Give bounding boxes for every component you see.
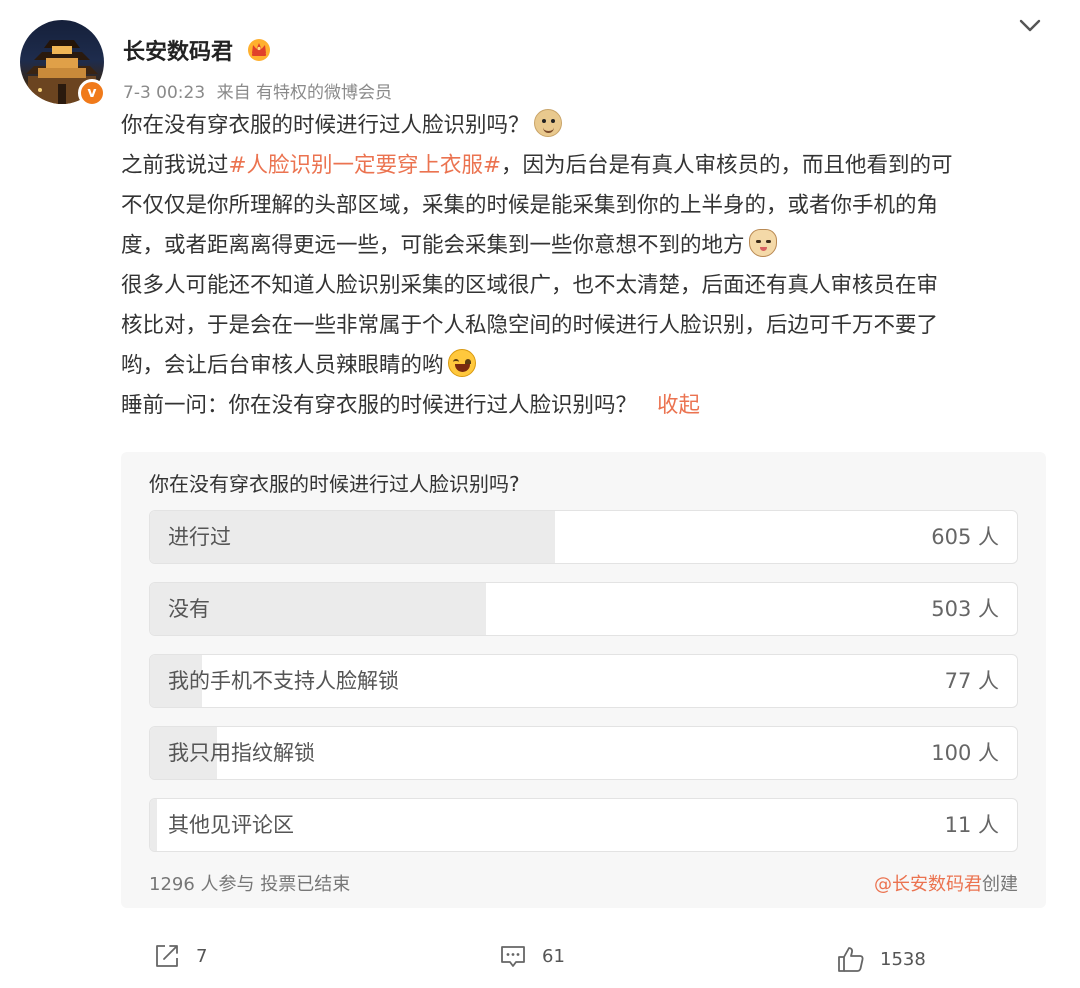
comment-icon (501, 946, 525, 967)
post-line: 哟，会让后台审核人员辣眼睛的哟 (121, 346, 1051, 386)
poll-option-label: 我的手机不支持人脸解锁 (168, 669, 399, 693)
post-line: 你在没有穿衣服的时候进行过人脸识别吗？ (121, 106, 1051, 146)
poll-card: 你在没有穿衣服的时候进行过人脸识别吗? 进行过 605 人 没有 503 人 我… (121, 452, 1046, 908)
poll-creator: @长安数码君创建 (874, 870, 1018, 896)
cat-emoji (748, 229, 777, 257)
poll-option[interactable]: 没有 503 人 (149, 582, 1018, 636)
username[interactable]: 长安数码君 (123, 34, 233, 66)
poll-option-count: 11 人 (944, 813, 999, 837)
post-content: 你在没有穿衣服的时候进行过人脸识别吗？ 之前我说过#人脸识别一定要穿上衣服#，因… (121, 106, 1051, 426)
poll-option[interactable]: 进行过 605 人 (149, 510, 1018, 564)
post-line: 之前我说过#人脸识别一定要穿上衣服#，因为后台是有真人审核员的，而且他看到的可 (121, 153, 953, 178)
like-count: 1538 (880, 948, 926, 970)
poll-option-count: 503 人 (931, 597, 999, 621)
post-meta: 7-3 00:23 来自 有特权的微博会员 (123, 78, 392, 103)
poll-question: 你在没有穿衣服的时候进行过人脸识别吗? (149, 472, 520, 496)
like-icon (838, 947, 864, 972)
repost-count: 7 (196, 945, 208, 967)
post-line: 度，或者距离离得更远一些，可能会采集到一些你意想不到的地方 (121, 226, 1051, 266)
poll-option-label: 进行过 (168, 525, 231, 549)
poll-option-count: 77 人 (944, 669, 999, 693)
verified-badge: v (78, 79, 106, 107)
timestamp[interactable]: 7-3 00:23 (123, 83, 205, 103)
poll-option-label: 我只用指纹解锁 (168, 741, 315, 765)
comment-button[interactable]: 61 (498, 940, 565, 972)
poll-option[interactable]: 其他见评论区 11 人 (149, 798, 1018, 852)
like-button[interactable]: 1538 (836, 943, 926, 975)
poll-option[interactable]: 我的手机不支持人脸解锁 77 人 (149, 654, 1018, 708)
poll-option-label: 没有 (168, 597, 210, 621)
creator-suffix: 创建 (982, 874, 1018, 895)
poll-option-label: 其他见评论区 (168, 813, 294, 837)
repost-button[interactable]: 7 (152, 940, 207, 972)
doge-emoji (533, 109, 562, 137)
source-prefix: 来自 (216, 83, 251, 103)
poll-option[interactable]: 我只用指纹解锁 100 人 (149, 726, 1018, 780)
post-line: 很多人可能还不知道人脸识别采集的区域很广，也不太清楚，后面还有真人审核员在审 (121, 273, 939, 298)
post-line: 不仅仅是你所理解的头部区域，采集的时候是能采集到你的上半身的，或者你手机的角 (121, 193, 939, 218)
laugh-cry-emoji (447, 349, 476, 377)
comment-count: 61 (542, 945, 565, 967)
poll-option-count: 605 人 (931, 525, 999, 549)
collapse-link[interactable]: 收起 (657, 393, 700, 418)
repost-icon (156, 945, 178, 967)
hashtag-link[interactable]: #人脸识别一定要穿上衣服# (229, 153, 502, 178)
poll-result-bar (150, 799, 158, 851)
post-line: 核比对，于是会在一些非常属于个人私隐空间的时候进行人脸识别，后边可千万不要了 (121, 313, 939, 338)
creator-mention[interactable]: @长安数码君 (874, 874, 982, 895)
poll-option-count: 100 人 (931, 741, 999, 765)
crown-icon[interactable] (246, 37, 272, 61)
source[interactable]: 有特权的微博会员 (256, 83, 392, 103)
chevron-down-icon[interactable] (1016, 14, 1044, 38)
post-line: 睡前一问：你在没有穿衣服的时候进行过人脸识别吗？ 收起 (121, 393, 701, 418)
poll-status: 1296 人参与 投票已结束 (149, 874, 351, 895)
